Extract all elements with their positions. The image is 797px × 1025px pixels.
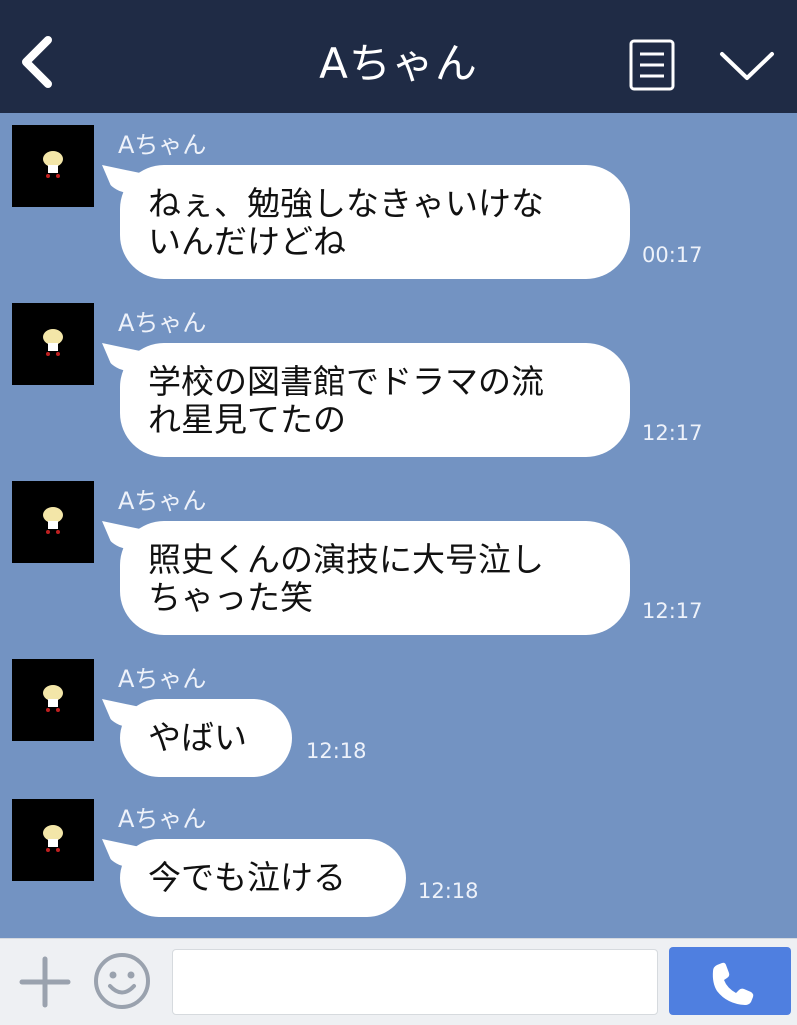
- message-line: れ星見てたの: [148, 400, 346, 439]
- sender-name: Aちゃん: [118, 309, 207, 337]
- avatar-image: [12, 125, 94, 207]
- message-bubble[interactable]: 今でも泣ける: [120, 839, 406, 917]
- chat-title: Aちゃん: [319, 39, 478, 88]
- smiley-icon: [94, 953, 150, 1009]
- avatar[interactable]: [12, 125, 94, 207]
- avatar-image: [12, 799, 94, 881]
- message-time: 12:17: [642, 599, 703, 623]
- message-bubble[interactable]: 学校の図書館でドラマの流 れ星見てたの: [120, 343, 630, 457]
- chevron-down-icon: [720, 52, 774, 80]
- emoji-button[interactable]: [92, 951, 152, 1011]
- plus-icon: [19, 956, 71, 1008]
- message-line: ちゃった笑: [148, 578, 313, 617]
- message-line: いんだけどね: [148, 222, 346, 261]
- phone-icon: [712, 962, 754, 1005]
- menu-icon: [629, 39, 675, 91]
- call-button[interactable]: [669, 947, 791, 1015]
- sender-name: Aちゃん: [118, 665, 207, 693]
- message-input[interactable]: [172, 949, 658, 1015]
- avatar-image: [12, 481, 94, 563]
- sender-name: Aちゃん: [118, 131, 207, 159]
- message-line: 照史くんの演技に大号泣し: [148, 540, 544, 579]
- message-bubble[interactable]: やばい: [120, 699, 292, 777]
- message-time: 12:18: [418, 879, 479, 903]
- avatar[interactable]: [12, 799, 94, 881]
- add-button[interactable]: [18, 955, 72, 1009]
- sender-name: Aちゃん: [118, 487, 207, 515]
- message-bubble[interactable]: ねぇ、勉強しなきゃいけな いんだけどね: [120, 165, 630, 279]
- message-time: 12:17: [642, 421, 703, 445]
- avatar[interactable]: [12, 481, 94, 563]
- avatar[interactable]: [12, 303, 94, 385]
- message-time: 12:18: [306, 739, 367, 763]
- collapse-button[interactable]: [716, 42, 778, 86]
- message-line: 学校の図書館でドラマの流: [148, 362, 544, 401]
- sender-name: Aちゃん: [118, 805, 207, 833]
- message-line: 今でも泣ける: [148, 858, 346, 897]
- message-line: やばい: [148, 718, 247, 757]
- avatar-image: [12, 659, 94, 741]
- message-time: 00:17: [642, 243, 703, 267]
- chat-header: Aちゃん: [0, 0, 797, 113]
- message-line: ねぇ、勉強しなきゃいけな: [148, 184, 544, 223]
- avatar[interactable]: [12, 659, 94, 741]
- message-list[interactable]: Aちゃん ねぇ、勉強しなきゃいけな いんだけどね 00:17 Aちゃん 学校の図…: [0, 113, 797, 938]
- composer-bar: [0, 938, 797, 1025]
- menu-button[interactable]: [628, 38, 676, 92]
- avatar-image: [12, 303, 94, 385]
- message-bubble[interactable]: 照史くんの演技に大号泣し ちゃった笑: [120, 521, 630, 635]
